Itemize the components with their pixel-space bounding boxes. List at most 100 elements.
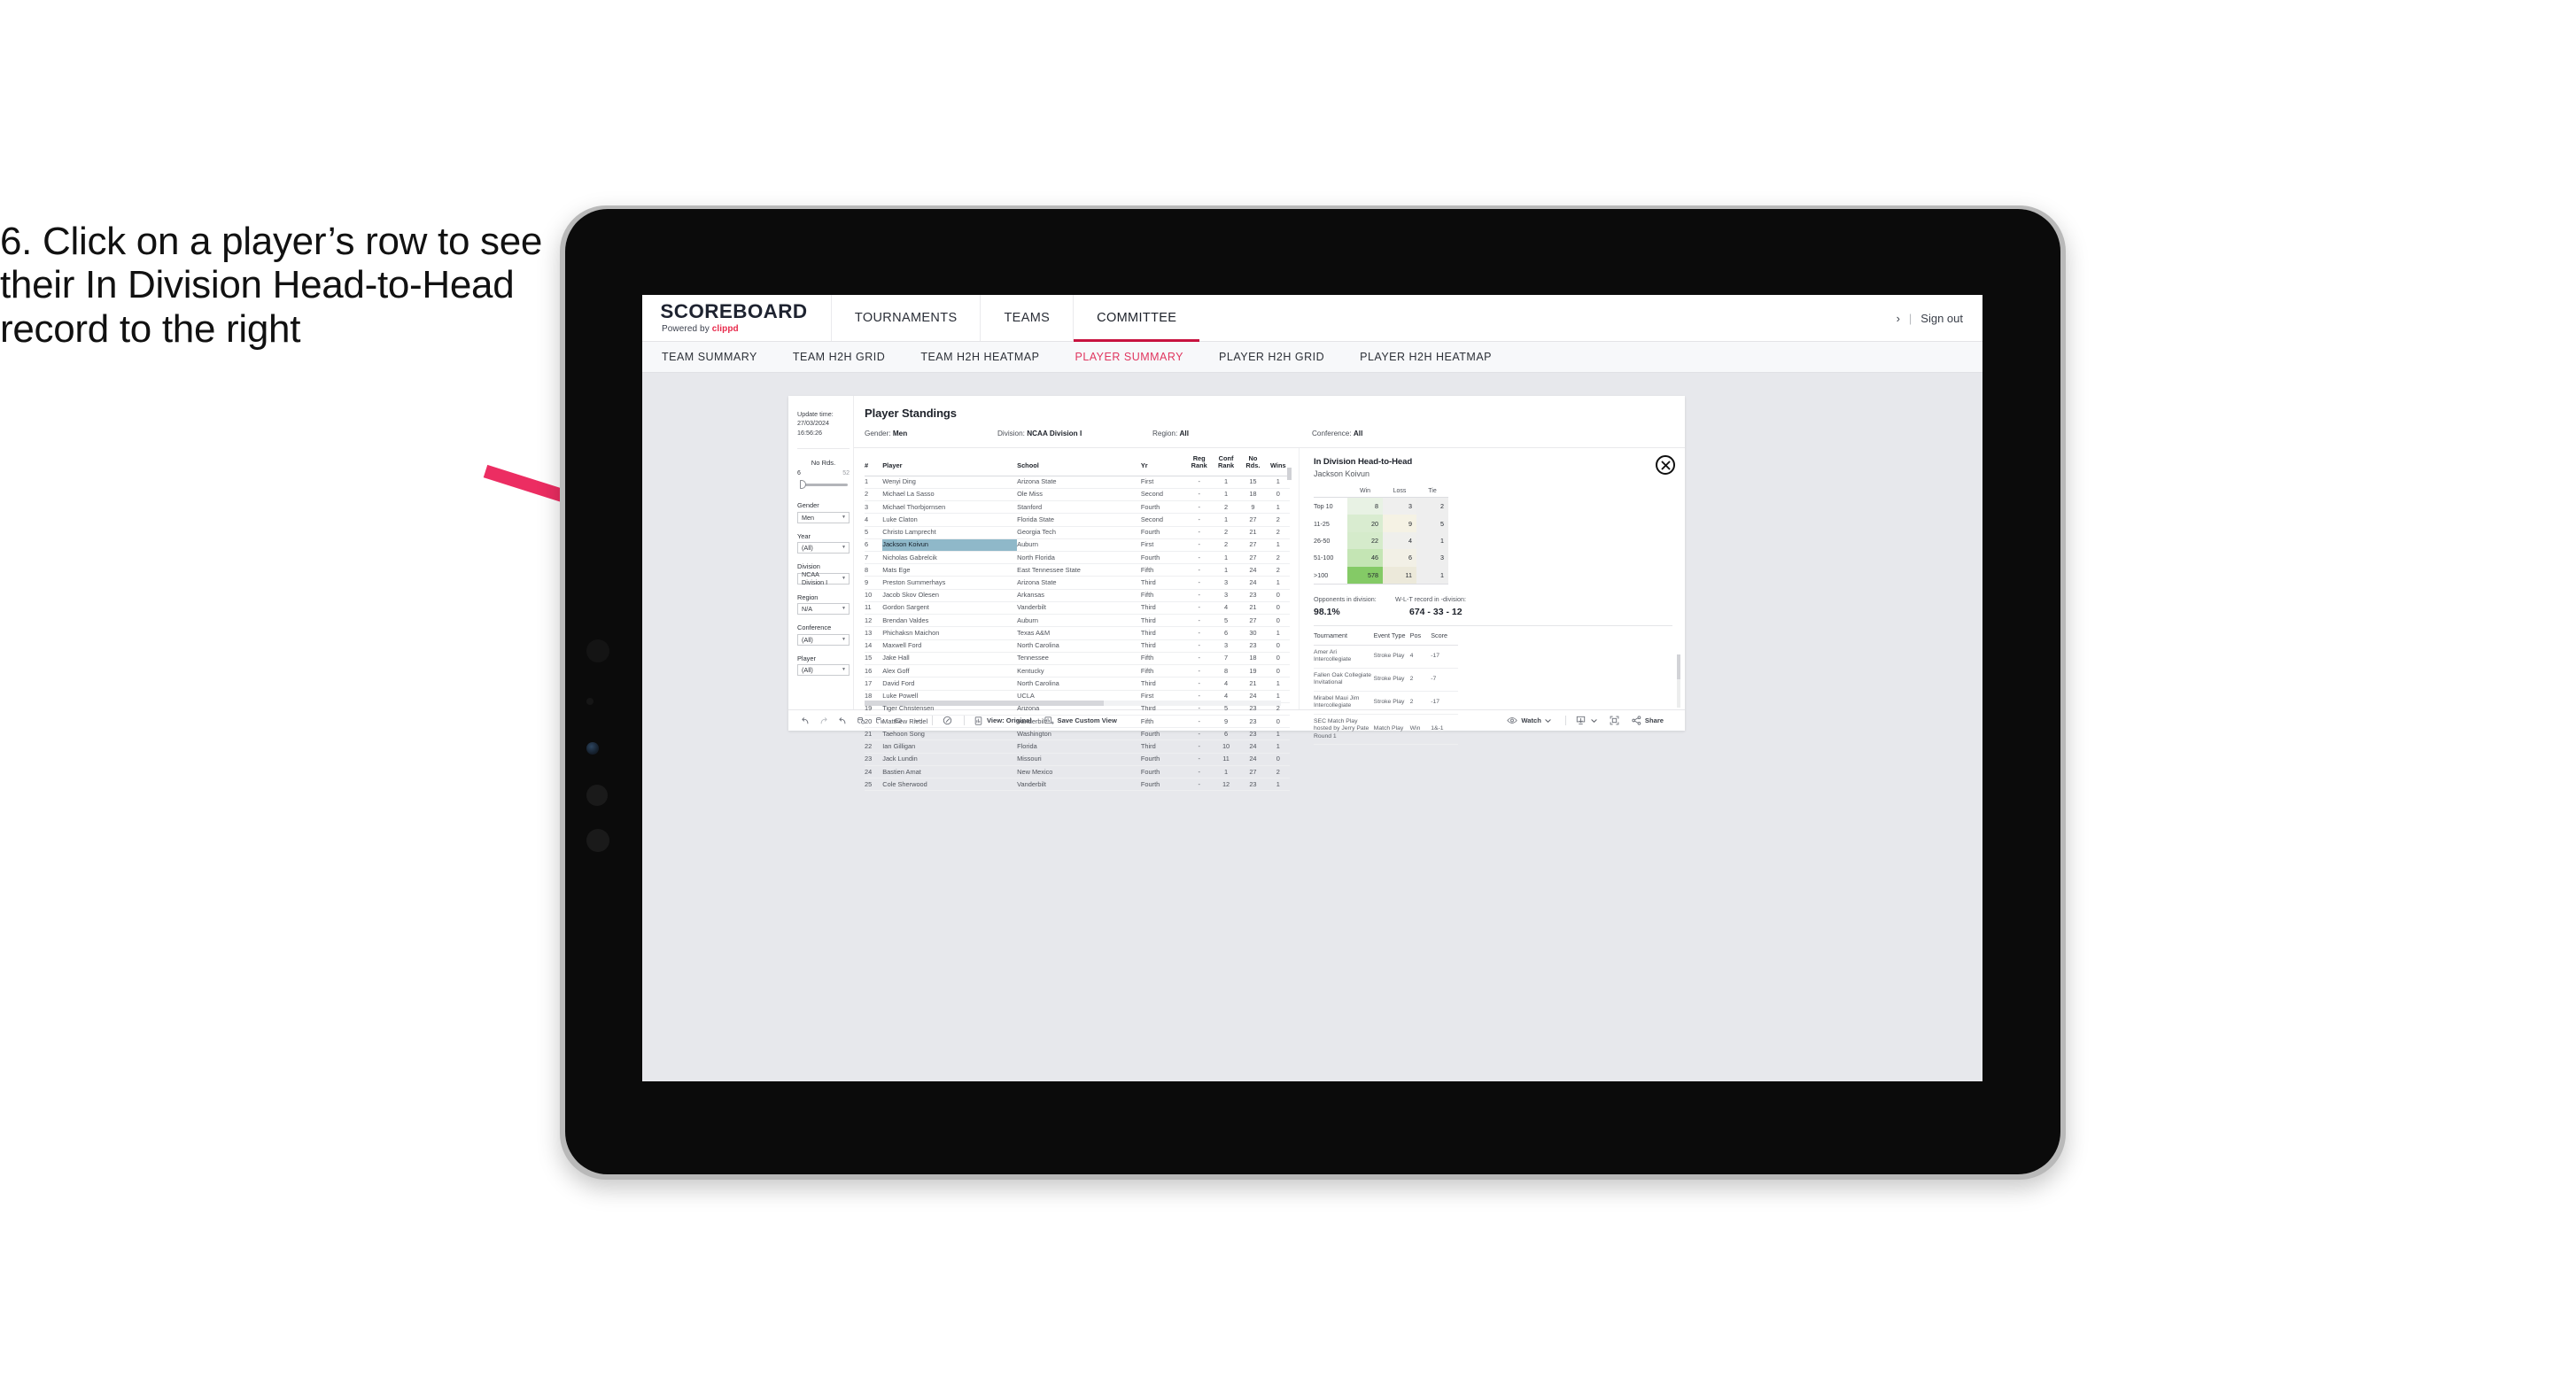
table-row[interactable]: 17 David Ford North Carolina Third -4 21 1: [865, 677, 1290, 691]
nav-committee[interactable]: COMMITTEE: [1073, 295, 1200, 342]
filter-year-select[interactable]: (All) ▼: [797, 542, 850, 554]
sign-out-link[interactable]: Sign out: [1920, 312, 1963, 325]
fullscreen-button[interactable]: [1610, 716, 1619, 725]
filter-region-select[interactable]: N/A ▼: [797, 603, 850, 616]
h2h-cell[interactable]: 2: [1416, 497, 1448, 515]
table-row[interactable]: 13 Phichaksn Maichon Texas A&M Third -6 30 1: [865, 626, 1290, 640]
col-rank[interactable]: #: [865, 455, 883, 476]
cell-school: North Florida: [1017, 551, 1141, 565]
h2h-cell[interactable]: 4: [1383, 531, 1416, 550]
tab-player-h2h-heatmap[interactable]: PLAYER H2H HEATMAP: [1360, 351, 1511, 363]
table-row[interactable]: 11 Gordon Sargent Vanderbilt Third -4 21 0: [865, 601, 1290, 616]
cell-no-rds: 23: [1239, 715, 1267, 729]
col-yr[interactable]: Yr: [1140, 455, 1186, 476]
table-row[interactable]: 12 Brendan Valdes Auburn Third -5 27 0: [865, 614, 1290, 628]
table-row[interactable]: 7 Nicholas Gabrelcik North Florida Fourth -1…: [865, 551, 1290, 565]
table-row[interactable]: 14 Maxwell Ford North Carolina Third -3 23 0: [865, 639, 1290, 653]
tab-team-summary[interactable]: TEAM SUMMARY: [662, 351, 777, 363]
h2h-cell[interactable]: 9: [1383, 515, 1416, 532]
tournaments-scrollbar[interactable]: [1677, 654, 1680, 708]
table-horizontal-scrollbar[interactable]: [865, 701, 1281, 706]
chevron-right-icon[interactable]: ›: [1897, 312, 1900, 325]
nav-tournaments[interactable]: TOURNAMENTS: [830, 295, 981, 341]
col-school[interactable]: School: [1017, 455, 1141, 476]
filter-gender-select[interactable]: Men ▼: [797, 511, 850, 523]
cell-no-rds: 18: [1239, 488, 1267, 502]
chevron-down-icon: ▼: [842, 545, 846, 551]
scrollbar-thumb[interactable]: [865, 701, 1104, 706]
scrollbar-thumb[interactable]: [1677, 654, 1680, 679]
h2h-col-tie: Tie: [1416, 488, 1448, 498]
cell-reg-rank: -: [1185, 664, 1213, 678]
h2h-cell[interactable]: 1: [1416, 531, 1448, 550]
table-row[interactable]: 23 Jack Lundin Missouri Fourth -11 24 0: [865, 753, 1290, 766]
undo-icon[interactable]: [801, 716, 810, 725]
table-row[interactable]: 25 Cole Sherwood Vanderbilt Fourth -12 23 1: [865, 778, 1290, 792]
redo-icon[interactable]: [819, 716, 828, 725]
table-row[interactable]: 1 Wenyi Ding Arizona State First -1 15 1: [865, 476, 1290, 489]
filter-region-label: Region: [797, 592, 819, 601]
scrollbar-thumb[interactable]: [1287, 468, 1292, 480]
nav-teams[interactable]: TEAMS: [980, 295, 1073, 341]
tournament-row[interactable]: Fallen Oak Collegiate Invitational Stroke…: [1314, 668, 1458, 692]
chevron-down-icon: ▼: [842, 606, 846, 612]
table-row[interactable]: 20 Matthew Riedel Vanderbilt Fifth -9 23 0: [865, 715, 1290, 729]
table-vertical-scrollbar[interactable]: [1287, 468, 1292, 645]
filter-player-select[interactable]: (All) ▼: [797, 664, 850, 677]
table-row[interactable]: 9 Preston Summerhays Arizona State Third -3 2…: [865, 576, 1290, 590]
table-row[interactable]: 16 Alex Goff Kentucky Fifth -8 19 0: [865, 664, 1290, 678]
table-row[interactable]: 6 Jackson Koivun Auburn First -2 27 1: [865, 538, 1290, 552]
watch-button[interactable]: Watch: [1507, 716, 1551, 724]
h2h-cell[interactable]: 578: [1347, 566, 1383, 585]
table-row[interactable]: 15 Jake Hall Tennessee Fifth -7 18 0: [865, 652, 1290, 666]
cell-wins: 1: [1266, 677, 1290, 691]
revert-icon[interactable]: [838, 716, 847, 725]
brand-logo[interactable]: SCOREBOARD Powered by clippd: [642, 295, 831, 341]
tournament-row[interactable]: Amer Ari Intercollegiate Stroke Play 4 -17: [1314, 645, 1458, 669]
h2h-cell[interactable]: 8: [1347, 497, 1383, 515]
col-reg-rank[interactable]: Reg Rank: [1185, 454, 1213, 476]
h2h-cell[interactable]: 11: [1383, 566, 1416, 585]
tab-player-summary[interactable]: PLAYER SUMMARY: [1075, 351, 1203, 363]
cell-rank: 8: [865, 563, 883, 577]
cell-conf-rank: 4: [1212, 677, 1240, 691]
cell-conf-rank: 1: [1212, 563, 1240, 577]
table-row[interactable]: 2 Michael La Sasso Ole Miss Second -1 18 0: [865, 488, 1290, 502]
filter-division-select[interactable]: NCAA Division I ▼: [797, 570, 850, 586]
filter-conference-select[interactable]: (All) ▼: [797, 633, 850, 646]
table-row[interactable]: 3 Michael Thorbjornsen Stanford Fourth -2 9 1: [865, 500, 1290, 515]
tournament-row[interactable]: Mirabel Maui Jim Intercollegiate Stroke P…: [1314, 691, 1458, 715]
cell-event-type: Match Play: [1373, 714, 1410, 746]
h2h-header-row: Win Loss Tie: [1314, 488, 1448, 498]
slider-thumb[interactable]: [800, 480, 806, 490]
tab-team-h2h-grid[interactable]: TEAM H2H GRID: [793, 351, 904, 363]
table-row[interactable]: 21 Taehoon Song Washington Fourth -6 23 1: [865, 727, 1290, 741]
download-button[interactable]: [1576, 716, 1597, 725]
chip-division-label: Division:: [997, 430, 1028, 437]
table-row[interactable]: 8 Mats Ege East Tennessee State Fifth -1 24 2: [865, 563, 1290, 577]
table-row[interactable]: 5 Christo Lamprecht Georgia Tech Fourth -2 21…: [865, 526, 1290, 539]
h2h-cell[interactable]: 3: [1416, 549, 1448, 567]
h2h-cell[interactable]: 1: [1416, 566, 1448, 585]
h2h-cell[interactable]: 6: [1383, 549, 1416, 567]
cell-school: Texas A&M: [1017, 626, 1141, 640]
tab-team-h2h-heatmap[interactable]: TEAM H2H HEATMAP: [920, 351, 1059, 363]
table-row[interactable]: 4 Luke Claton Florida State Second -1 27 2: [865, 513, 1290, 527]
close-icon[interactable]: [1656, 455, 1675, 475]
col-conf-rank[interactable]: Conf Rank: [1212, 454, 1240, 476]
tab-player-h2h-grid[interactable]: PLAYER H2H GRID: [1219, 351, 1344, 363]
cell-pos: 4: [1409, 645, 1432, 669]
col-no-rds[interactable]: No Rds.: [1239, 454, 1267, 476]
h2h-cell[interactable]: 3: [1383, 497, 1416, 515]
h2h-cell[interactable]: 20: [1347, 515, 1383, 532]
h2h-cell[interactable]: 46: [1347, 549, 1383, 567]
table-row[interactable]: 24 Bastien Amat New Mexico Fourth -1 27 2: [865, 765, 1290, 779]
h2h-cell[interactable]: 22: [1347, 531, 1383, 550]
tournament-row[interactable]: SEC Match Play hosted by Jerry Pate Roun…: [1314, 714, 1458, 746]
col-player[interactable]: Player: [882, 455, 1018, 476]
table-row[interactable]: 22 Ian Gilligan Florida Third -10 24 1: [865, 739, 1290, 754]
table-row[interactable]: 10 Jacob Skov Olesen Arkansas Fifth -3 23 0: [865, 589, 1290, 602]
share-button[interactable]: Share: [1632, 716, 1664, 725]
no-rounds-slider[interactable]: [797, 480, 850, 490]
h2h-cell[interactable]: 5: [1416, 515, 1448, 532]
